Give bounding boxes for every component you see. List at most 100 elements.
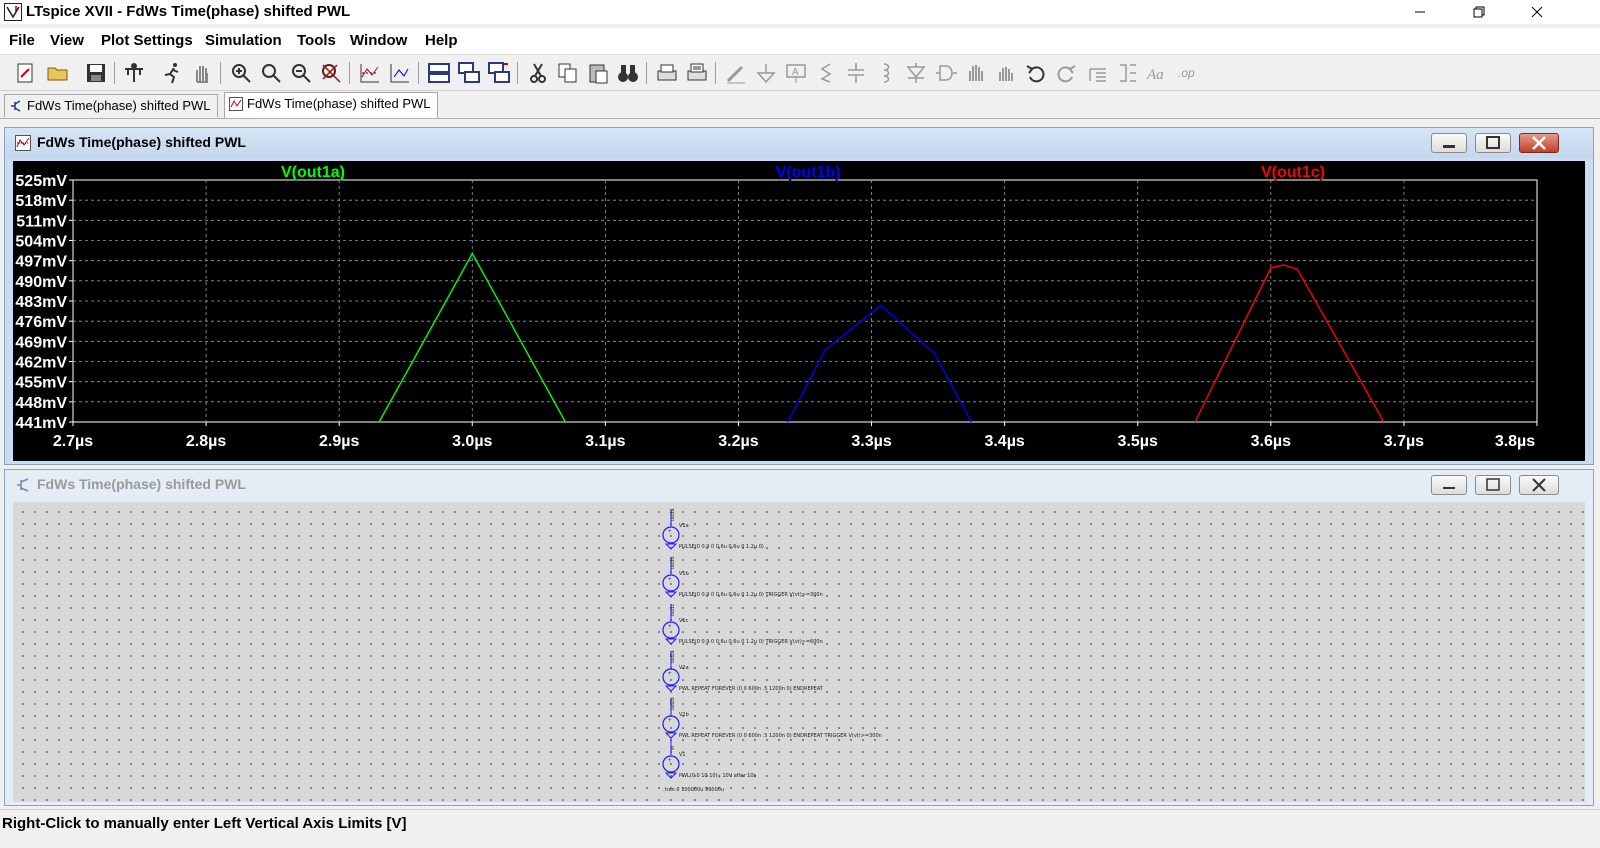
control-panel-icon[interactable]: [122, 61, 146, 85]
schematic-window-titlebar: FdWs Time(phase) shifted PWL: [5, 470, 1593, 500]
new-schematic-icon[interactable]: [14, 61, 38, 85]
cut-icon[interactable]: [526, 61, 550, 85]
print-icon[interactable]: [655, 61, 679, 85]
rotate-icon[interactable]: [1086, 61, 1110, 85]
toolbar-separator: [349, 62, 350, 84]
minimize-button[interactable]: [1397, 0, 1443, 24]
schem-minimize-button[interactable]: [1431, 475, 1467, 495]
edit-plot-icon[interactable]: [388, 61, 412, 85]
menu-file[interactable]: File: [9, 32, 35, 49]
y-tick-label: 469mV: [15, 334, 67, 351]
minimize-icon: [1415, 11, 1425, 13]
y-tick-label: 448mV: [15, 395, 67, 412]
waveform-window-title: FdWs Time(phase) shifted PWL: [37, 134, 246, 150]
x-tick-label: 3.7µs: [1384, 433, 1424, 450]
mirror-icon[interactable]: [1116, 61, 1140, 85]
minimize-icon: [1443, 487, 1455, 489]
autorange-icon[interactable]: [358, 61, 382, 85]
schematic-canvas[interactable]: + out1a V1a PULSE(0 0.9 0 0.6u 0.6u 0 1.2u …: [13, 502, 1585, 802]
plot-close-button[interactable]: [1519, 133, 1559, 153]
pencil-wire-icon[interactable]: [724, 61, 748, 85]
component-voltage-source[interactable]: + out2bV2b PWL REPEAT FOREVER (0 0 600n .5…: [662, 697, 882, 739]
run-icon[interactable]: [160, 61, 184, 85]
toolbar-separator: [646, 62, 647, 84]
schem-maximize-button[interactable]: [1475, 475, 1511, 495]
menu-view[interactable]: View: [50, 32, 84, 49]
component-value: PULSE(0 0.9 0 0.6u 0.6u 0 1.2u 0) TRIGGE…: [679, 639, 823, 645]
schem-close-button[interactable]: [1519, 475, 1559, 495]
schematic-drawing[interactable]: + out1aV1a PULSE(0 0.9 0 0.6u 0.6u 0 1.2u …: [13, 502, 1585, 802]
print-setup-icon[interactable]: [685, 61, 709, 85]
ground-icon: [664, 543, 678, 550]
tile-horizontal-icon[interactable]: [427, 61, 451, 85]
ground-icon[interactable]: [754, 61, 778, 85]
find-binoculars-icon[interactable]: [616, 61, 640, 85]
zoom-in-icon[interactable]: [229, 61, 253, 85]
plus-sign: +: [668, 671, 672, 677]
net-label: out2a: [670, 650, 676, 663]
copy-icon[interactable]: [556, 61, 580, 85]
component-icon[interactable]: [934, 61, 958, 85]
open-folder-icon[interactable]: [46, 61, 70, 85]
plot-minimize-button[interactable]: [1431, 133, 1467, 153]
x-tick-label: 3.6µs: [1251, 433, 1291, 450]
inductor-icon[interactable]: [874, 61, 898, 85]
restore-button[interactable]: [1456, 0, 1502, 24]
tile-vertical-icon[interactable]: [487, 61, 511, 85]
resistor-icon[interactable]: [814, 61, 838, 85]
close-button[interactable]: [1514, 0, 1560, 24]
redo-icon[interactable]: [1054, 61, 1078, 85]
component-name: V1b: [679, 571, 689, 577]
component-voltage-source[interactable]: + out2aV2a PWL REPEAT FOREVER (0 0 600n .5…: [662, 650, 824, 692]
tab-waveform[interactable]: FdWs Time(phase) shifted PWL: [224, 92, 438, 118]
zoom-fit-icon[interactable]: [319, 61, 343, 85]
component-voltage-source[interactable]: + out1bV1b PULSE(0 0.9 0 0.6u 0.6u 0 1.2u …: [662, 556, 823, 598]
svg-text:A: A: [792, 67, 799, 78]
menu-simulation[interactable]: Simulation: [205, 32, 282, 49]
waveform-chart[interactable]: 2.7µs 2.8µs 2.9µs 3.0µs 3.1µs 3.2µs 3.3µs 3.4µs…: [13, 161, 1585, 461]
net-label: out2b: [670, 697, 676, 710]
trace-label-vout1a: V(out1a): [281, 164, 345, 181]
ltspice-app-icon: [4, 3, 22, 21]
component-voltage-source[interactable]: + out1aV1a PULSE(0 0.9 0 0.6u 0.6u 0 1.2u …: [662, 508, 764, 550]
status-bar: Right-Click to manually enter Left Verti…: [0, 809, 1600, 848]
x-tick-label: 2.8µs: [186, 433, 226, 450]
menu-help[interactable]: Help: [425, 32, 458, 49]
menu-window[interactable]: Window: [350, 32, 407, 49]
plot-maximize-button[interactable]: [1475, 133, 1511, 153]
ground-icon: [664, 732, 678, 739]
menu-tools[interactable]: Tools: [297, 32, 336, 49]
component-voltage-source[interactable]: + vtV1 PWL(0 0 10 10) ; 10V after 10s: [662, 738, 757, 779]
net-label: out1a: [670, 508, 676, 521]
cascade-icon[interactable]: [457, 61, 481, 85]
move-hand-icon[interactable]: [964, 61, 988, 85]
text-icon[interactable]: Aa: [1146, 61, 1170, 85]
svg-text:.op: .op: [1178, 66, 1195, 80]
drag-hand-icon[interactable]: [994, 61, 1018, 85]
component-value: PWL REPEAT FOREVER (0 0 600n .5 1200n 0)…: [679, 733, 882, 739]
zoom-out-icon[interactable]: [289, 61, 313, 85]
spice-directive-text[interactable]: .tran 0 100000u 99000u: [663, 787, 724, 793]
x-tick-label: 2.7µs: [53, 433, 93, 450]
zoom-area-icon[interactable]: [259, 61, 283, 85]
y-tick-label: 518mV: [15, 193, 67, 210]
menu-plot-settings[interactable]: Plot Settings: [101, 32, 193, 49]
tab-schematic[interactable]: FdWs Time(phase) shifted PWL: [4, 94, 218, 117]
component-voltage-source[interactable]: + out1cV1c PULSE(0 0.9 0 0.6u 0.6u 0 1.2u …: [662, 603, 823, 645]
schematic-icon: [11, 100, 21, 112]
paste-icon[interactable]: [586, 61, 610, 85]
undo-icon[interactable]: [1024, 61, 1048, 85]
halt-hand-icon[interactable]: [190, 61, 214, 85]
spice-directive-icon[interactable]: .op: [1176, 61, 1200, 85]
capacitor-icon[interactable]: [844, 61, 868, 85]
diode-icon[interactable]: [904, 61, 928, 85]
component-value: PULSE(0 0.9 0 0.6u 0.6u 0 1.2u 0) TRIGGE…: [679, 592, 823, 598]
document-tabs: FdWs Time(phase) shifted PWL FdWs Time(p…: [0, 92, 1600, 119]
tab-label: FdWs Time(phase) shifted PWL: [247, 96, 431, 111]
label-net-icon[interactable]: A: [784, 61, 808, 85]
x-tick-label: 3.8µs: [1495, 433, 1535, 450]
save-icon[interactable]: [84, 61, 108, 85]
toolbar-separator: [715, 62, 716, 84]
status-text: Right-Click to manually enter Left Verti…: [2, 815, 407, 832]
waveform-plot-area[interactable]: 2.7µs 2.8µs 2.9µs 3.0µs 3.1µs 3.2µs 3.3µs 3.4µs…: [13, 161, 1585, 461]
